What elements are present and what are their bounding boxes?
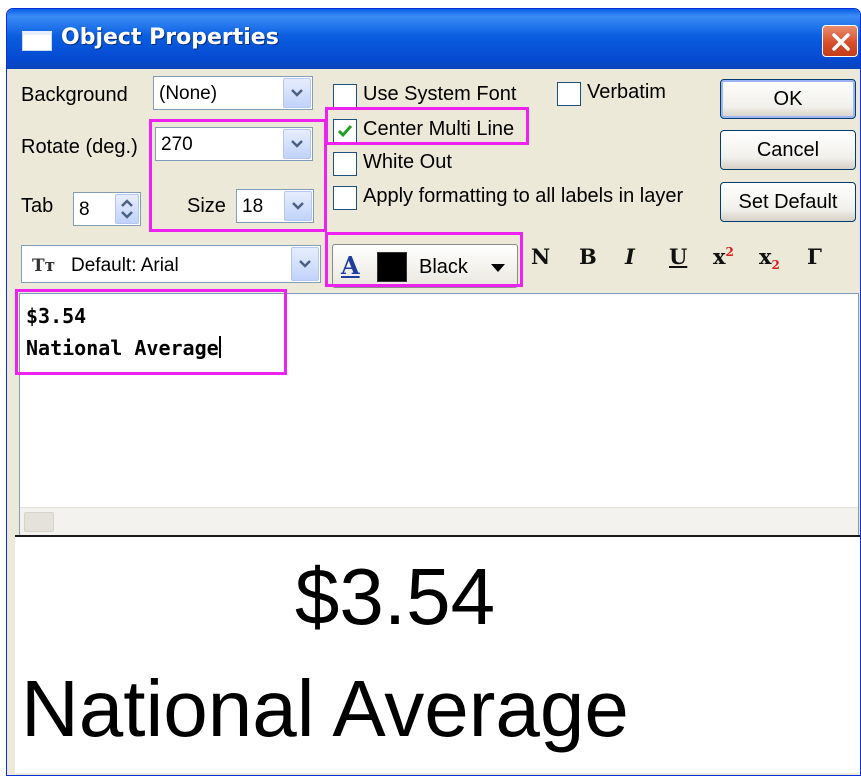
background-dropdown-arrow[interactable] [283, 78, 311, 108]
set-default-button[interactable]: Set Default [720, 182, 856, 222]
background-dropdown[interactable]: (None) [153, 76, 313, 110]
font-color-icon: A [341, 251, 360, 280]
white-out-label: White Out [363, 151, 452, 173]
normal-format-button[interactable]: N [531, 244, 550, 269]
size-dropdown-arrow[interactable] [284, 191, 312, 221]
bold-button[interactable]: B [579, 244, 597, 269]
italic-button[interactable]: I [625, 244, 635, 269]
ok-button[interactable]: OK [720, 79, 856, 119]
text-editor[interactable]: $3.54 National Average [19, 293, 859, 536]
color-name: Black [419, 256, 468, 278]
superscript-base: x [713, 244, 726, 269]
size-dropdown[interactable]: 18 [236, 189, 314, 223]
spinner-arrows-icon [121, 199, 133, 219]
cancel-button[interactable]: Cancel [720, 130, 856, 170]
tab-value: 8 [79, 199, 90, 220]
background-label: Background [21, 84, 128, 106]
object-properties-dialog: Object Properties Background (None) Rota… [6, 8, 861, 776]
rotate-value: 270 [161, 134, 193, 155]
center-multi-line-checkbox[interactable] [333, 119, 357, 143]
rotate-dropdown[interactable]: 270 [155, 127, 313, 161]
background-value: (None) [159, 83, 218, 104]
verbatim-label: Verbatim [587, 81, 666, 103]
horizontal-scrollbar[interactable] [20, 507, 858, 535]
window-title: Object Properties [61, 25, 279, 50]
preview-line-2: National Average [21, 664, 629, 753]
editor-line-text: National Average [26, 336, 219, 360]
tab-spinner-buttons[interactable] [115, 194, 139, 224]
close-icon [832, 33, 850, 51]
subscript-base: x [759, 244, 772, 269]
scrollbar-thumb[interactable] [24, 512, 54, 532]
font-color-button[interactable]: A Black [332, 244, 518, 288]
white-out-checkbox[interactable] [333, 152, 357, 176]
editor-line: National Average [26, 336, 221, 360]
checkmark-icon [337, 125, 353, 138]
subscript-button[interactable]: x2 [759, 244, 780, 272]
rotate-dropdown-arrow[interactable] [283, 129, 311, 159]
color-swatch [377, 252, 407, 282]
size-label: Size [187, 195, 226, 217]
superscript-mark: 2 [725, 245, 734, 259]
use-system-font-checkbox[interactable] [333, 84, 357, 108]
window-icon [22, 31, 52, 51]
apply-formatting-checkbox[interactable] [333, 186, 357, 210]
center-multi-line-label: Center Multi Line [363, 118, 515, 140]
dropdown-triangle-icon [491, 264, 505, 272]
editor-line: $3.54 [26, 304, 87, 328]
verbatim-checkbox[interactable] [557, 82, 581, 106]
chevron-down-icon [291, 89, 303, 97]
close-button[interactable] [822, 25, 858, 57]
rotate-label: Rotate (deg.) [21, 136, 138, 158]
preview-line-1: $3.54 [294, 552, 496, 641]
chevron-down-icon [291, 140, 303, 148]
size-value: 18 [242, 196, 264, 217]
use-system-font-label: Use System Font [363, 83, 517, 105]
chevron-down-icon [299, 260, 311, 268]
font-name: Default: Arial [71, 255, 179, 276]
subscript-mark: 2 [771, 258, 780, 273]
text-cursor [218, 336, 221, 358]
font-dropdown[interactable]: Tт Default: Arial [21, 245, 321, 283]
greek-button[interactable]: Γ [807, 244, 822, 269]
tab-spinner[interactable]: 8 [73, 192, 141, 226]
chevron-down-icon [292, 202, 304, 210]
apply-formatting-label: Apply formatting to all labels in layer [363, 185, 684, 207]
underline-button[interactable]: U [669, 244, 687, 269]
truetype-font-icon: Tт [32, 256, 56, 276]
superscript-button[interactable]: x2 [713, 244, 734, 269]
title-bar[interactable]: Object Properties [7, 9, 860, 69]
preview-pane: $3.54 National Average [15, 535, 860, 773]
tab-label: Tab [21, 195, 54, 217]
font-dropdown-arrow[interactable] [291, 247, 319, 281]
